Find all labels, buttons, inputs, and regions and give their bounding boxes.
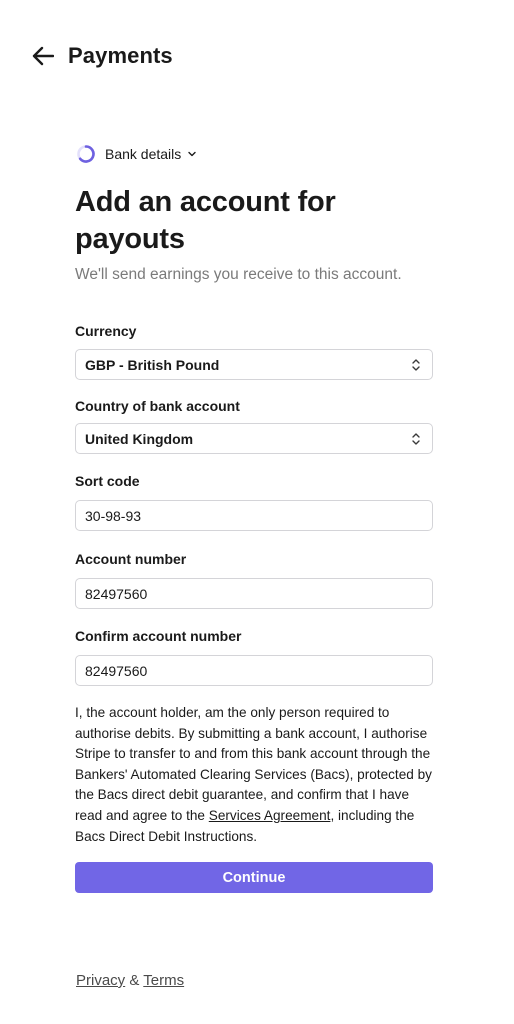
confirm-account-number-input[interactable]: 82497560	[75, 655, 433, 686]
footer-links: Privacy & Terms	[76, 972, 184, 989]
account-number-group: Account number 82497560	[75, 550, 433, 609]
header: Payments	[0, 36, 514, 76]
confirm-account-number-label: Confirm account number	[75, 628, 242, 644]
currency-label: Currency	[75, 323, 137, 339]
legal-text-start: I, the account holder, am the only perso…	[75, 705, 432, 823]
country-value: United Kingdom	[85, 430, 194, 447]
step-label: Bank details	[105, 146, 182, 162]
currency-select[interactable]: GBP - British Pound	[75, 349, 433, 380]
up-down-chevron-icon	[412, 432, 420, 445]
main-content: Bank details Add an account for payouts …	[75, 140, 433, 894]
step-selector[interactable]: Bank details	[75, 140, 433, 168]
payments-page: Payments Bank details Add an account for…	[0, 0, 514, 1024]
confirm-account-number-group: Confirm account number 82497560	[75, 627, 433, 686]
up-down-chevron-icon	[412, 358, 420, 371]
currency-group: Currency GBP - British Pound	[75, 322, 433, 380]
sort-code-input[interactable]: 30-98-93	[75, 500, 433, 531]
back-button[interactable]	[31, 44, 55, 68]
country-group: Country of bank account United Kingdom	[75, 397, 433, 454]
privacy-link[interactable]: Privacy	[76, 972, 125, 989]
account-number-input[interactable]: 82497560	[75, 578, 433, 609]
sort-code-group: Sort code 30-98-93	[75, 472, 433, 531]
terms-link[interactable]: Terms	[143, 972, 184, 989]
country-select[interactable]: United Kingdom	[75, 423, 433, 454]
form-heading: Add an account for payouts	[75, 186, 336, 255]
arrow-left-icon	[32, 46, 54, 66]
currency-value: GBP - British Pound	[85, 356, 220, 373]
account-number-label: Account number	[75, 551, 187, 567]
chevron-down-icon	[188, 151, 196, 157]
form-subheading: We'll send earnings you receive to this …	[75, 266, 402, 283]
services-agreement-link[interactable]: Services Agreement	[209, 808, 331, 823]
page-title: Payments	[68, 43, 173, 68]
continue-button[interactable]: Continue	[75, 862, 433, 894]
bacs-authorisation-text: I, the account holder, am the only perso…	[75, 703, 433, 847]
progress-ring-icon	[77, 145, 95, 163]
footer-separator: &	[125, 972, 144, 989]
country-label: Country of bank account	[75, 398, 240, 414]
sort-code-label: Sort code	[75, 473, 140, 489]
